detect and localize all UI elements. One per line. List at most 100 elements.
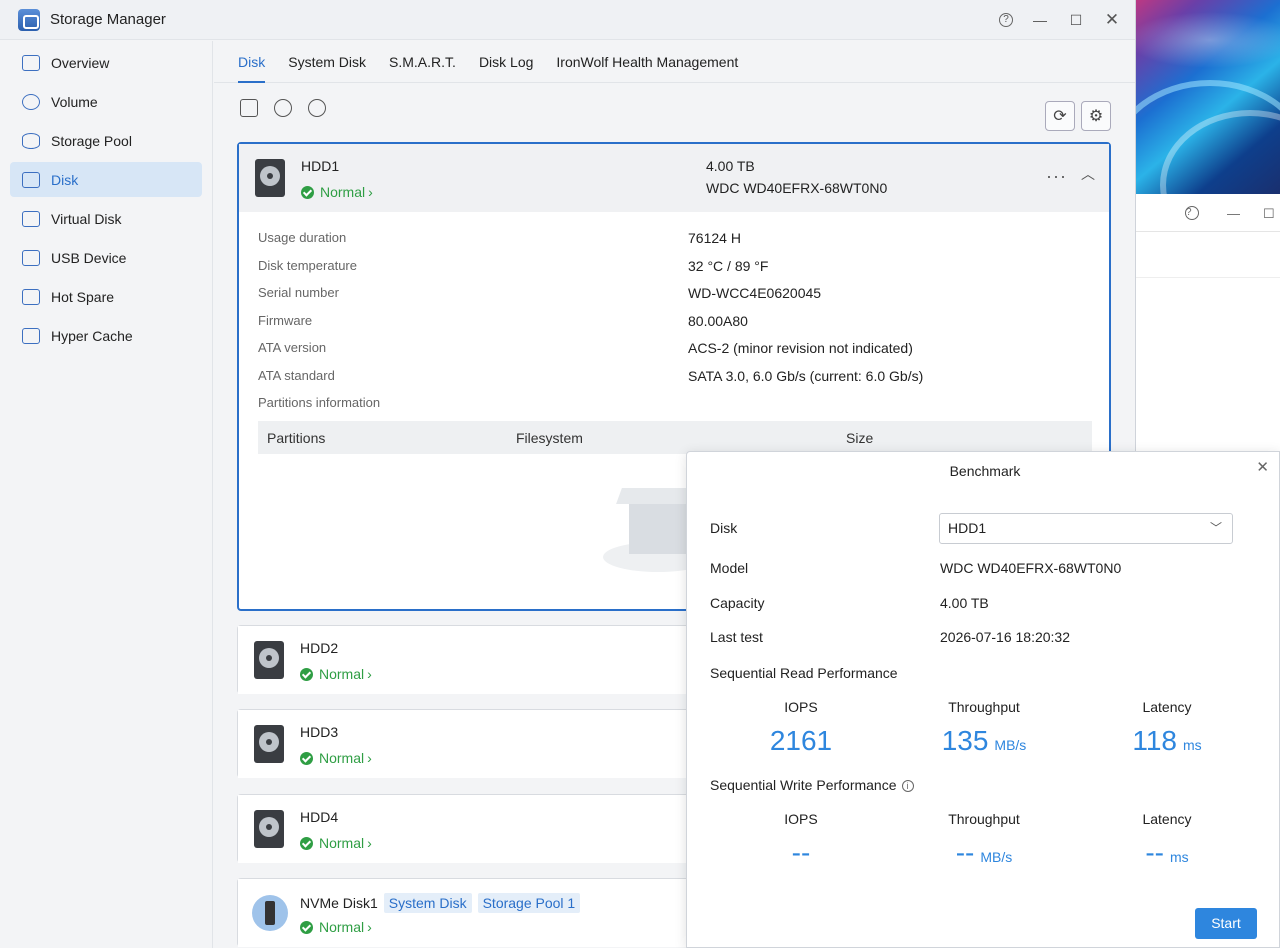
check-circle-icon [300,836,313,850]
minimize-icon[interactable]: — [1227,206,1240,221]
disk-status[interactable]: Normal › [301,184,373,200]
tab-system-disk[interactable]: System Disk [288,41,366,83]
disk-status[interactable]: Normal › [300,666,372,682]
ssd-icon [22,327,40,344]
disk-name: HDD4 [300,809,339,825]
sidebar-item-label: Hyper Cache [51,327,133,344]
window-title: Storage Manager [50,11,166,28]
background-window: ? — ☐ [1120,194,1280,454]
title-bar: Storage Manager ? — ☐ ✕ [0,0,1135,40]
check-circle-icon [300,667,313,681]
capacity-value: 4.00 TB [940,595,989,611]
sidebar-item-usb-device[interactable]: USB Device [10,240,202,275]
disk-name: HDD1 [301,158,340,174]
monitor-icon [22,54,40,71]
gear-icon: ⚙ [1088,108,1104,125]
disk-details: Usage duration 76124 H Disk temperature 32… [258,230,924,410]
refresh-icon: ⟳ [1053,108,1067,125]
maximize-icon[interactable]: ☐ [1067,12,1085,29]
nvme-icon [252,895,288,931]
minimize-icon[interactable]: — [1031,12,1049,28]
write-section-title: Sequential Write Performance i [710,777,914,793]
disk-label: Disk [710,520,738,536]
database-icon [22,132,40,149]
tab-smart[interactable]: S.M.A.R.T. [389,41,456,83]
close-icon[interactable]: ✕ [1256,458,1269,476]
sidebar-item-disk[interactable]: Disk [10,162,202,197]
tab-disk-log[interactable]: Disk Log [479,41,533,83]
read-section-title: Sequential Read Performance [710,665,898,681]
toolbar [240,99,326,117]
check-circle-icon [300,751,313,765]
close-icon[interactable]: ✕ [1103,10,1121,30]
check-circle-icon [301,185,314,199]
volume-icon [22,93,40,110]
sidebar-item-hyper-cache[interactable]: Hyper Cache [10,318,202,353]
hdd-icon [255,159,285,197]
capacity-label: Capacity [710,595,765,611]
chevron-up-icon[interactable]: ︿ [1081,164,1095,184]
sidebar-item-virtual-disk[interactable]: Virtual Disk [10,201,202,236]
tab-bar: Disk System Disk S.M.A.R.T. Disk Log Iro… [214,41,1135,83]
refresh-button[interactable]: ⟳ [1045,101,1075,131]
sidebar-item-label: Overview [51,54,110,71]
dialog-title: Benchmark [949,463,1021,479]
disk-status[interactable]: Normal › [300,750,372,766]
read-latency: Latency 118 ms [1132,699,1202,756]
model-value: WDC WD40EFRX-68WT0N0 [940,560,1122,576]
disk-name: NVMe Disk1 System Disk Storage Pool 1 [300,893,581,913]
read-iops: IOPS 2161 [769,699,833,756]
hdd-icon [254,641,284,679]
write-throughput: Throughput -- MB/s [948,811,1020,868]
disk-status[interactable]: Normal › [300,835,372,851]
hdd-icon [254,725,284,763]
hdd-icon [254,810,284,848]
disk-model: WDC WD40EFRX-68WT0N0 [706,180,888,196]
tab-disk[interactable]: Disk [238,41,266,83]
more-options-icon[interactable]: ··· [1046,166,1067,187]
last-test-value: 2026-07-16 18:20:32 [940,629,1070,645]
settings-button[interactable]: ⚙ [1081,101,1111,131]
disk-name: HDD3 [300,724,339,740]
sidebar: Overview Volume Storage Pool Disk Virtua… [0,41,213,948]
benchmark-dialog: Benchmark ✕ Disk HDD1 ﹀ Model WDC WD40EF… [686,451,1280,948]
disk-icon [22,171,40,188]
sidebar-item-label: Virtual Disk [51,210,122,227]
help-icon[interactable]: ? [1185,206,1199,220]
check-circle-icon [300,920,313,934]
virtual-disk-icon [22,210,40,227]
start-button[interactable]: Start [1195,908,1257,939]
sidebar-item-label: Disk [51,171,79,188]
sidebar-item-label: Storage Pool [51,132,132,149]
disk-status[interactable]: Normal › [300,919,372,935]
sidebar-item-label: Hot Spare [51,288,115,305]
last-test-label: Last test [710,629,763,645]
disk-info-icon[interactable] [240,99,258,117]
read-throughput: Throughput 135 MB/s [941,699,1027,756]
partitions-table-header: Partitions Filesystem Size [258,421,1092,454]
write-iops: IOPS -- [784,811,818,868]
play-icon[interactable] [274,99,292,117]
usb-icon [22,249,40,266]
sidebar-item-volume[interactable]: Volume [10,84,202,119]
minus-circle-icon[interactable] [308,99,326,117]
sidebar-item-storage-pool[interactable]: Storage Pool [10,123,202,158]
chevron-down-icon: ﹀ [1209,521,1222,535]
disk-capacity: 4.00 TB [706,158,755,174]
sidebar-item-label: USB Device [51,249,127,266]
disk-select[interactable]: HDD1 ﹀ [939,513,1233,544]
maximize-icon[interactable]: ☐ [1263,206,1275,222]
tag-storage-pool[interactable]: Storage Pool 1 [477,893,581,913]
tab-ironwolf[interactable]: IronWolf Health Management [556,41,738,83]
write-latency: Latency -- ms [1142,811,1192,868]
hot-spare-icon [22,288,40,305]
help-icon[interactable]: ? [999,13,1013,27]
sidebar-item-hot-spare[interactable]: Hot Spare [10,279,202,314]
disk-name: HDD2 [300,640,339,656]
sidebar-item-label: Volume [51,93,98,110]
desktop-wallpaper [1110,0,1280,260]
info-icon[interactable]: i [901,780,914,792]
model-label: Model [710,560,749,576]
sidebar-item-overview[interactable]: Overview [10,45,202,80]
tag-system-disk: System Disk [383,893,472,913]
